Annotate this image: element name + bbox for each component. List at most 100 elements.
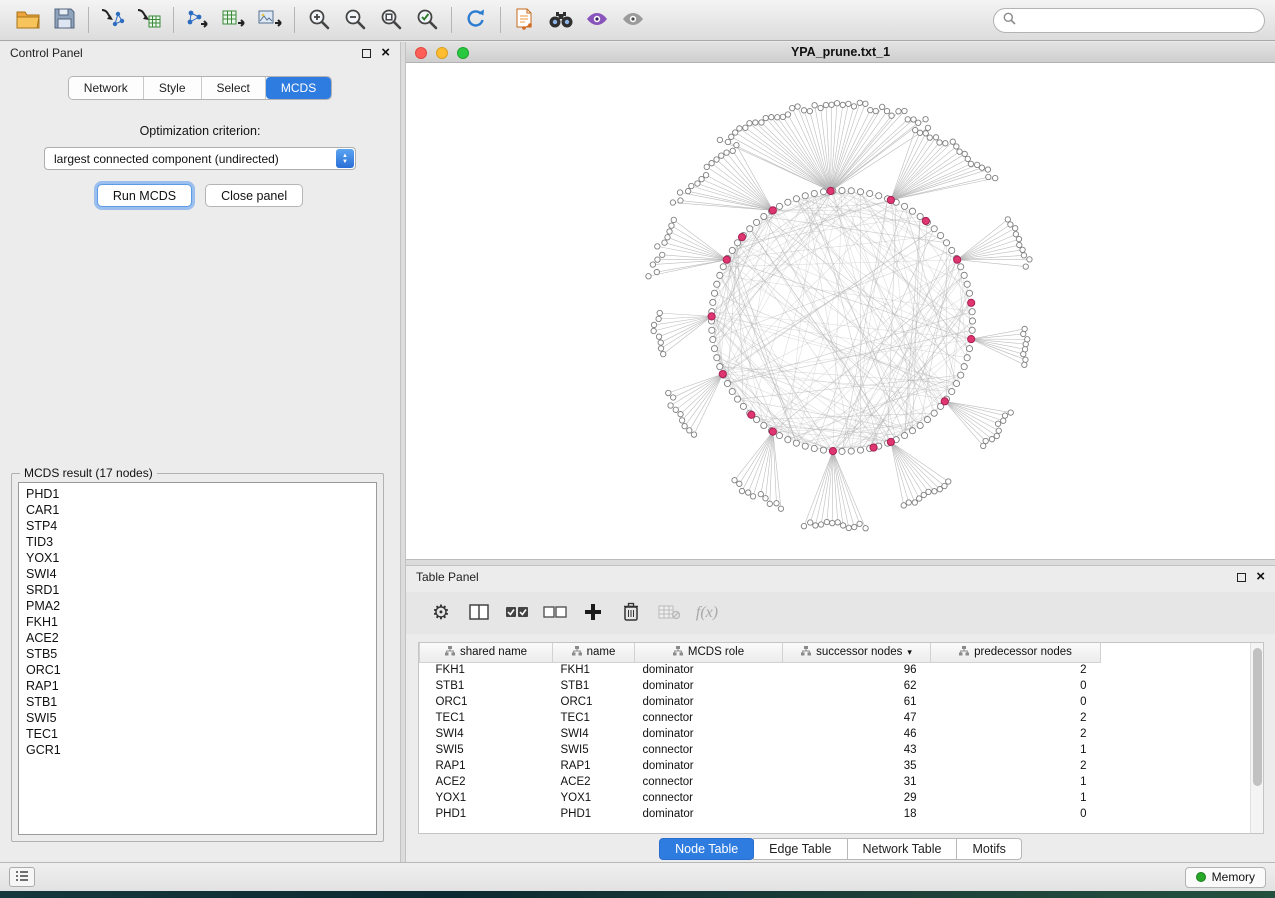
cell-successor-nodes[interactable]: 18 bbox=[783, 806, 931, 822]
cell-successor-nodes[interactable]: 46 bbox=[783, 726, 931, 742]
result-node-item[interactable]: STP4 bbox=[26, 518, 369, 534]
tab-select[interactable]: Select bbox=[202, 77, 266, 99]
result-node-item[interactable]: ACE2 bbox=[26, 630, 369, 646]
result-node-item[interactable]: TID3 bbox=[26, 534, 369, 550]
zoom-out-button[interactable] bbox=[337, 4, 373, 36]
result-node-item[interactable]: PMA2 bbox=[26, 598, 369, 614]
cell-name[interactable]: ACE2 bbox=[553, 774, 635, 790]
cell-predecessor-nodes[interactable]: 2 bbox=[931, 710, 1101, 726]
cell-predecessor-nodes[interactable]: 1 bbox=[931, 790, 1101, 806]
cell-MCDS-role[interactable]: dominator bbox=[635, 726, 783, 742]
run-mcds-button[interactable]: Run MCDS bbox=[97, 184, 192, 207]
result-node-item[interactable]: FKH1 bbox=[26, 614, 369, 630]
import-table-button[interactable] bbox=[131, 4, 167, 36]
table-row[interactable]: PHD1PHD1dominator180 bbox=[420, 806, 1101, 822]
cell-predecessor-nodes[interactable]: 0 bbox=[931, 678, 1101, 694]
tab-edge-table[interactable]: Edge Table bbox=[753, 838, 847, 860]
hide-graphics-button[interactable] bbox=[579, 4, 615, 36]
tab-network-table[interactable]: Network Table bbox=[847, 838, 958, 860]
maximize-window-icon[interactable] bbox=[457, 47, 469, 59]
cell-predecessor-nodes[interactable]: 2 bbox=[931, 726, 1101, 742]
result-node-item[interactable]: SWI4 bbox=[26, 566, 369, 582]
network-titlebar[interactable]: YPA_prune.txt_1 bbox=[406, 42, 1275, 63]
column-header-successor-nodes[interactable]: successor nodes▾ bbox=[783, 643, 931, 662]
search-input[interactable] bbox=[1021, 13, 1255, 27]
import-network-button[interactable] bbox=[95, 4, 131, 36]
delete-table-button[interactable] bbox=[652, 598, 686, 628]
table-row[interactable]: FKH1FKH1dominator962 bbox=[420, 662, 1101, 678]
cell-MCDS-role[interactable]: connector bbox=[635, 742, 783, 758]
table-row[interactable]: RAP1RAP1dominator352 bbox=[420, 758, 1101, 774]
close-panel-button[interactable]: Close panel bbox=[205, 184, 303, 207]
cell-successor-nodes[interactable]: 43 bbox=[783, 742, 931, 758]
tab-motifs[interactable]: Motifs bbox=[956, 838, 1021, 860]
cell-name[interactable]: YOX1 bbox=[553, 790, 635, 806]
float-panel-icon[interactable] bbox=[362, 49, 371, 58]
cell-shared-name[interactable]: RAP1 bbox=[420, 758, 553, 774]
show-columns-button[interactable] bbox=[462, 598, 496, 628]
cell-MCDS-role[interactable]: connector bbox=[635, 774, 783, 790]
column-header-shared-name[interactable]: shared name bbox=[420, 643, 553, 662]
cell-name[interactable]: TEC1 bbox=[553, 710, 635, 726]
zoom-in-button[interactable] bbox=[301, 4, 337, 36]
table-row[interactable]: ACE2ACE2connector311 bbox=[420, 774, 1101, 790]
close-panel-icon[interactable]: × bbox=[1256, 572, 1265, 582]
table-row[interactable]: TEC1TEC1connector472 bbox=[420, 710, 1101, 726]
scrollbar-thumb[interactable] bbox=[1253, 648, 1262, 786]
result-node-item[interactable]: SWI5 bbox=[26, 710, 369, 726]
column-header-MCDS-role[interactable]: MCDS role bbox=[635, 643, 783, 662]
result-node-item[interactable]: TEC1 bbox=[26, 726, 369, 742]
minimize-window-icon[interactable] bbox=[436, 47, 448, 59]
close-panel-icon[interactable]: × bbox=[381, 48, 390, 58]
cell-name[interactable]: SWI4 bbox=[553, 726, 635, 742]
result-node-item[interactable]: GCR1 bbox=[26, 742, 369, 758]
table-row[interactable]: ORC1ORC1dominator610 bbox=[420, 694, 1101, 710]
cell-shared-name[interactable]: STB1 bbox=[420, 678, 553, 694]
cell-predecessor-nodes[interactable]: 1 bbox=[931, 774, 1101, 790]
result-node-item[interactable]: ORC1 bbox=[26, 662, 369, 678]
cell-predecessor-nodes[interactable]: 0 bbox=[931, 694, 1101, 710]
export-image-button[interactable] bbox=[252, 4, 288, 36]
cell-successor-nodes[interactable]: 31 bbox=[783, 774, 931, 790]
cell-predecessor-nodes[interactable]: 2 bbox=[931, 758, 1101, 774]
search-network-button[interactable] bbox=[543, 4, 579, 36]
result-node-item[interactable]: STB5 bbox=[26, 646, 369, 662]
cell-MCDS-role[interactable]: dominator bbox=[635, 806, 783, 822]
tab-node-table[interactable]: Node Table bbox=[659, 838, 754, 860]
cell-successor-nodes[interactable]: 61 bbox=[783, 694, 931, 710]
column-header-name[interactable]: name bbox=[553, 643, 635, 662]
cell-shared-name[interactable]: ACE2 bbox=[420, 774, 553, 790]
search-box[interactable] bbox=[993, 8, 1265, 33]
close-window-icon[interactable] bbox=[415, 47, 427, 59]
cell-name[interactable]: RAP1 bbox=[553, 758, 635, 774]
optimization-dropdown[interactable]: largest connected component (undirected)… bbox=[44, 147, 356, 170]
table-row[interactable]: YOX1YOX1connector291 bbox=[420, 790, 1101, 806]
cell-predecessor-nodes[interactable]: 2 bbox=[931, 662, 1101, 678]
tab-mcds[interactable]: MCDS bbox=[266, 77, 331, 99]
result-node-item[interactable]: RAP1 bbox=[26, 678, 369, 694]
cell-shared-name[interactable]: ORC1 bbox=[420, 694, 553, 710]
cell-successor-nodes[interactable]: 62 bbox=[783, 678, 931, 694]
export-table-button[interactable] bbox=[216, 4, 252, 36]
cell-shared-name[interactable]: SWI4 bbox=[420, 726, 553, 742]
result-node-item[interactable]: CAR1 bbox=[26, 502, 369, 518]
cell-shared-name[interactable]: TEC1 bbox=[420, 710, 553, 726]
cell-MCDS-role[interactable]: dominator bbox=[635, 758, 783, 774]
column-header-predecessor-nodes[interactable]: predecessor nodes bbox=[931, 643, 1101, 662]
cell-successor-nodes[interactable]: 29 bbox=[783, 790, 931, 806]
cell-predecessor-nodes[interactable]: 0 bbox=[931, 806, 1101, 822]
cell-successor-nodes[interactable]: 96 bbox=[783, 662, 931, 678]
select-all-rows-button[interactable] bbox=[500, 598, 534, 628]
cell-MCDS-role[interactable]: connector bbox=[635, 790, 783, 806]
save-button[interactable] bbox=[46, 4, 82, 36]
cell-name[interactable]: PHD1 bbox=[553, 806, 635, 822]
cell-MCDS-role[interactable]: connector bbox=[635, 710, 783, 726]
result-node-item[interactable]: YOX1 bbox=[26, 550, 369, 566]
cell-MCDS-role[interactable]: dominator bbox=[635, 678, 783, 694]
add-row-button[interactable] bbox=[576, 598, 610, 628]
cell-name[interactable]: ORC1 bbox=[553, 694, 635, 710]
float-panel-icon[interactable] bbox=[1237, 573, 1246, 582]
zoom-fit-button[interactable] bbox=[373, 4, 409, 36]
function-builder-button[interactable]: f(x) bbox=[690, 598, 724, 628]
cell-name[interactable]: FKH1 bbox=[553, 662, 635, 678]
